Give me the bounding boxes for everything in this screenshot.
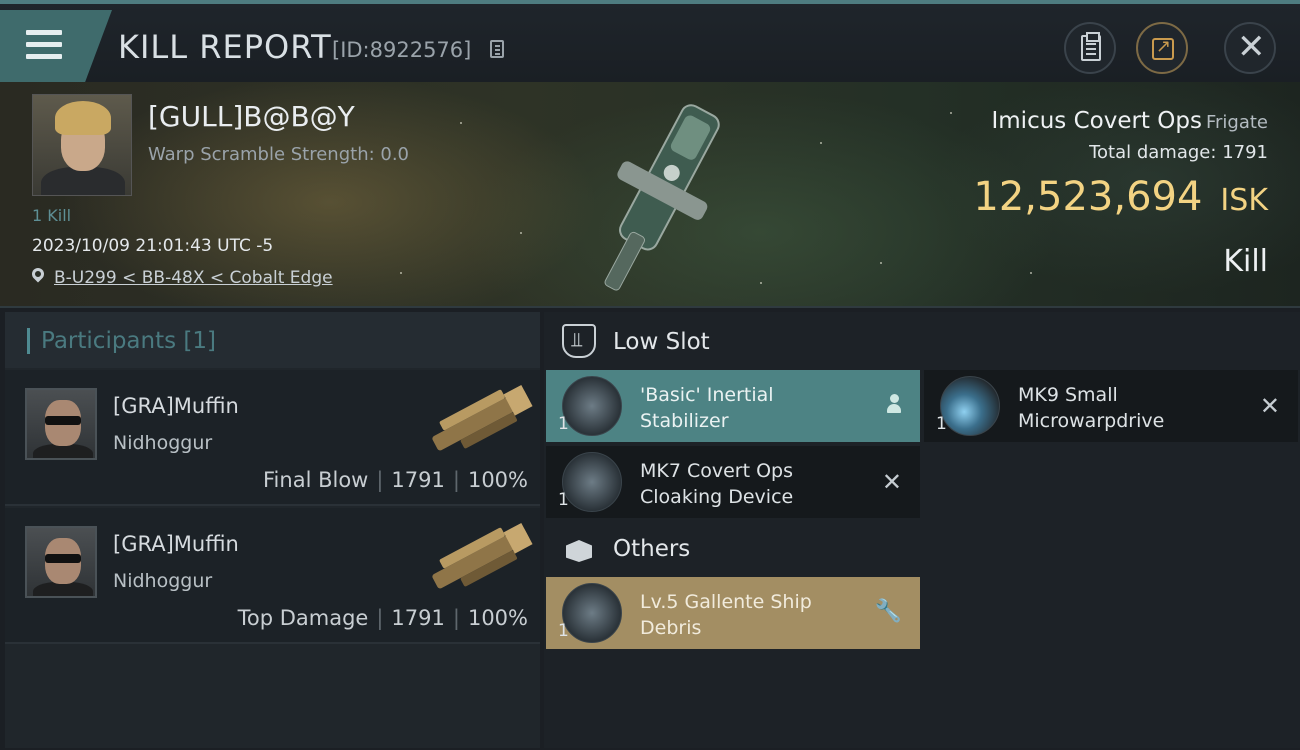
participant-role: Final Blow <box>263 468 369 492</box>
share-button[interactable] <box>1136 22 1188 74</box>
participant-ship-image <box>432 384 533 451</box>
participant-damage: 1791 <box>391 468 445 492</box>
location-link[interactable]: B-U299 < BB-48X < Cobalt Edge <box>54 268 333 288</box>
close-button[interactable]: ✕ <box>1224 22 1276 74</box>
isk-loss: 12,523,694 ISK <box>973 174 1268 220</box>
participant-stats: Final Blow | 1791 | 100% <box>263 468 528 492</box>
warp-scramble-strength: Warp Scramble Strength: 0.0 <box>148 144 410 165</box>
ship-name: Imicus Covert Ops <box>991 108 1202 134</box>
participants-header: Participants [1] <box>5 312 540 368</box>
ship-debris-icon <box>562 583 622 643</box>
isk-unit: ISK <box>1220 183 1268 218</box>
module-quantity: 1 <box>936 414 947 434</box>
victim-name[interactable]: [GULL]B@B@Y <box>148 100 355 133</box>
module-name-line2: Microwarpdrive <box>1018 410 1165 432</box>
participant-ship: Nidhoggur <box>113 570 213 592</box>
participant-role: Top Damage <box>237 606 369 630</box>
participant-row[interactable]: [GRA]Muffin Nidhoggur Top Damage | 1791 | 10… <box>5 508 540 644</box>
fitting-panel: Low Slot 1 'Basic' Inertial Stabilizer 1… <box>544 312 1300 748</box>
participant-name: [GRA]Muffin <box>113 394 239 418</box>
microwarpdrive-icon <box>940 376 1000 436</box>
module-name: Lv.5 Gallente Ship Debris <box>640 589 870 641</box>
close-icon: ✕ <box>1237 27 1266 67</box>
module-name-line1: MK9 Small <box>1018 384 1118 406</box>
report-id: [ID:8922576] <box>332 38 472 62</box>
ship-class: Frigate <box>1205 112 1268 133</box>
kill-count: 1 Kill <box>32 206 72 225</box>
total-damage: Total damage: 1791 <box>1089 142 1268 163</box>
copy-id-icon[interactable] <box>490 40 504 58</box>
module-name-line1: Lv.5 Gallente Ship <box>640 591 812 613</box>
ship-type: Imicus Covert Ops Frigate <box>991 108 1268 134</box>
isk-value: 12,523,694 <box>973 174 1203 220</box>
dropped-person-icon <box>886 394 902 414</box>
participant-avatar[interactable] <box>25 526 97 598</box>
top-bar: KILL REPORT [ID:8922576] ✕ <box>0 0 1300 82</box>
participant-damage: 1791 <box>391 606 445 630</box>
module-name-line1: 'Basic' Inertial <box>640 384 774 406</box>
module-quantity: 1 <box>558 414 569 434</box>
participants-panel: Participants [1] [GRA]Muffin Nidhoggur F… <box>5 312 540 748</box>
participants-title: Participants [1] <box>41 328 216 354</box>
module-name-line2: Debris <box>640 617 702 639</box>
others-title: Others <box>613 536 691 562</box>
share-icon <box>1152 36 1174 60</box>
module-item[interactable]: 1 'Basic' Inertial Stabilizer <box>546 370 920 442</box>
result-label: Kill <box>1223 244 1268 279</box>
page-title: KILL REPORT <box>118 28 332 66</box>
module-item[interactable]: 1 MK7 Covert Ops Cloaking Device ✕ <box>546 446 920 518</box>
participant-percent: 100% <box>467 606 528 630</box>
destroyed-x-icon: ✕ <box>1259 392 1280 420</box>
module-name: MK9 Small Microwarpdrive <box>1018 382 1248 434</box>
participant-ship: Nidhoggur <box>113 432 213 454</box>
kill-timestamp: 2023/10/09 21:01:43 UTC -5 <box>32 236 274 256</box>
menu-button[interactable] <box>0 10 112 82</box>
victim-summary: [GULL]B@B@Y Warp Scramble Strength: 0.0 … <box>0 82 1300 308</box>
low-slot-icon <box>562 324 596 358</box>
total-damage-value: 1791 <box>1222 142 1268 163</box>
total-damage-label: Total damage: <box>1089 142 1217 163</box>
module-quantity: 1 <box>558 490 569 510</box>
module-name-line2: Cloaking Device <box>640 486 794 508</box>
hamburger-menu-icon <box>26 30 62 60</box>
module-item[interactable]: 1 Lv.5 Gallente Ship Debris 🔧 <box>546 577 920 649</box>
participant-row[interactable]: [GRA]Muffin Nidhoggur Final Blow | 1791 | 10… <box>5 370 540 506</box>
victim-ship-image <box>604 104 720 291</box>
module-name: 'Basic' Inertial Stabilizer <box>640 382 870 434</box>
wrench-icon: 🔧 <box>874 599 902 624</box>
cloaking-device-icon <box>562 452 622 512</box>
clipboard-button[interactable] <box>1064 22 1116 74</box>
inertial-stabilizer-icon <box>562 376 622 436</box>
participant-stats: Top Damage | 1791 | 100% <box>237 606 528 630</box>
low-slot-title: Low Slot <box>613 329 710 355</box>
participant-percent: 100% <box>467 468 528 492</box>
module-item[interactable]: 1 MK9 Small Microwarpdrive ✕ <box>924 370 1298 442</box>
destroyed-x-icon: ✕ <box>881 468 902 496</box>
module-name-line2: Stabilizer <box>640 410 729 432</box>
clipboard-icon <box>1081 32 1101 61</box>
participant-ship-image <box>432 522 533 589</box>
module-name-line1: MK7 Covert Ops <box>640 460 794 482</box>
module-quantity: 1 <box>558 621 569 641</box>
location-pin-icon <box>29 265 47 283</box>
module-name: MK7 Covert Ops Cloaking Device <box>640 458 870 510</box>
victim-avatar[interactable] <box>32 94 132 196</box>
participant-avatar[interactable] <box>25 388 97 460</box>
participant-name: [GRA]Muffin <box>113 532 239 556</box>
cube-icon <box>564 534 598 568</box>
